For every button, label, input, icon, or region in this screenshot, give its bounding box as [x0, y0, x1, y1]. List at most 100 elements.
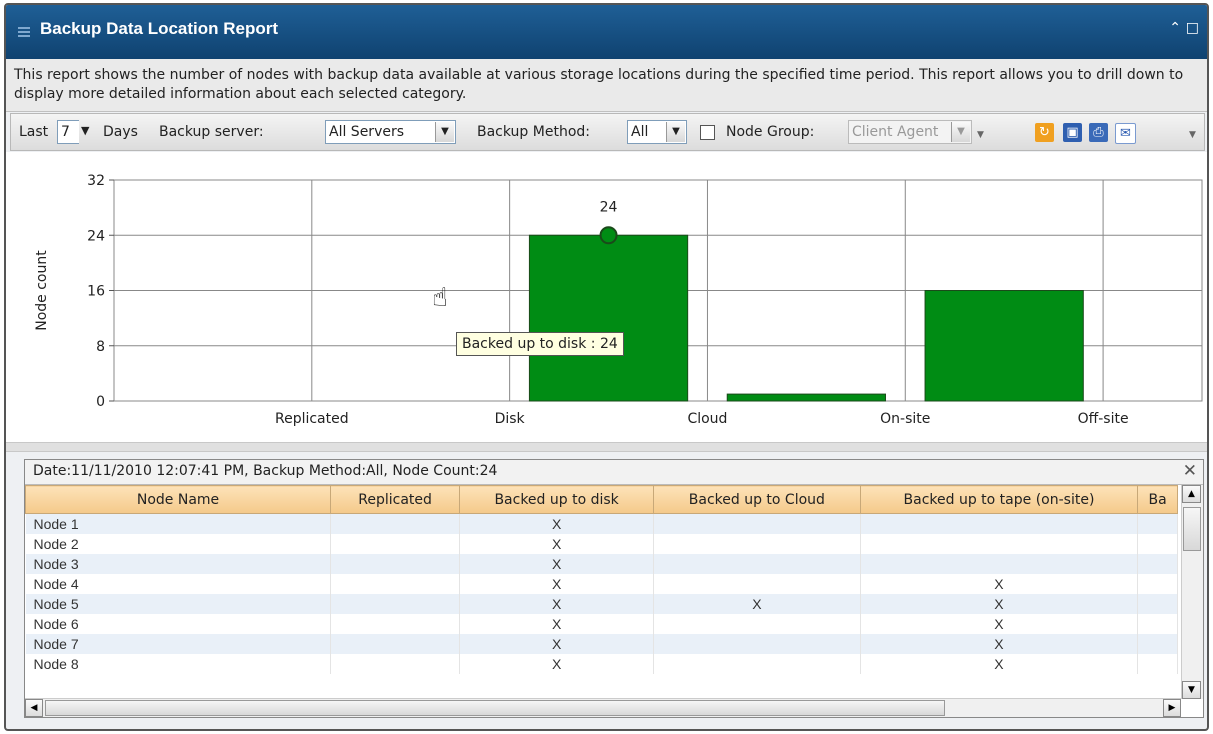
table-cell [1137, 554, 1178, 574]
scroll-left-icon[interactable]: ◀ [25, 699, 43, 717]
hand-cursor-icon: ☝ [432, 283, 448, 313]
table-cell [330, 634, 461, 654]
detail-header: Date:11/11/2010 12:07:41 PM, Backup Meth… [25, 460, 1203, 485]
chevron-down-icon: ▼ [435, 122, 454, 142]
maximize-icon[interactable]: □ [1186, 19, 1199, 37]
table-cell [330, 594, 461, 614]
table-cell: X [860, 574, 1139, 594]
table-row[interactable]: Node 4 X X [25, 574, 1178, 594]
column-header[interactable]: Backed up to tape (on-site) [859, 485, 1139, 514]
table-cell [653, 534, 861, 554]
column-header[interactable]: Node Name [25, 485, 332, 514]
overflow-icon[interactable]: ▼ [1189, 130, 1196, 140]
save-icon[interactable]: ▣ [1063, 123, 1082, 142]
days-label: Days [103, 124, 138, 140]
scroll-right-icon[interactable]: ▶ [1163, 699, 1181, 717]
column-header[interactable]: Ba [1137, 485, 1178, 514]
table-cell [330, 574, 461, 594]
node-name-cell: Node 6 [25, 614, 332, 634]
table-cell: X [860, 654, 1139, 674]
scroll-up-icon[interactable]: ▲ [1182, 485, 1201, 503]
node-group-label: Node Group: [726, 124, 815, 140]
node-name-cell: Node 3 [25, 554, 332, 574]
table-row[interactable]: Node 8 X X [25, 654, 1178, 674]
title-bar: Backup Data Location Report ⌃ □ [6, 5, 1207, 59]
vertical-scroll-thumb[interactable] [1183, 507, 1201, 551]
window-title: Backup Data Location Report [40, 19, 279, 38]
table-row[interactable]: Node 3 X [25, 554, 1178, 574]
report-window: Backup Data Location Report ⌃ □ This rep… [4, 3, 1209, 731]
chart-area: 0 8 16 24 32 Replicated Disk Cloud On-site Off-si… [6, 152, 1207, 442]
x-tick-label: On-site [880, 411, 930, 427]
horizontal-scrollbar[interactable]: ◀ ▶ [25, 698, 1181, 717]
detail-summary: Date:11/11/2010 12:07:41 PM, Backup Meth… [33, 463, 498, 479]
grip-icon [18, 27, 30, 39]
bar-disk [528, 234, 689, 402]
x-tick-label: Disk [495, 411, 526, 427]
days-input[interactable]: 7 [57, 120, 79, 144]
vertical-scrollbar[interactable]: ▲ ▼ [1181, 485, 1203, 699]
table-cell: X [459, 554, 655, 574]
node-group-select[interactable]: Client Agent ▼ [848, 120, 972, 144]
table-header-row: Node Name Replicated Backed up to disk Back… [25, 485, 1178, 514]
table-row[interactable]: Node 1 X [25, 513, 1178, 534]
overflow-icon[interactable]: ▼ [977, 130, 984, 140]
node-name-cell: Node 8 [25, 654, 332, 674]
column-header[interactable]: Replicated [330, 485, 461, 514]
table-cell: X [653, 594, 861, 614]
x-tick-label: Replicated [275, 411, 349, 427]
node-name-cell: Node 7 [25, 634, 332, 654]
y-tick-label: 24 [87, 228, 105, 244]
backup-server-label: Backup server: [159, 124, 264, 140]
table-cell [653, 574, 861, 594]
table-cell [653, 554, 861, 574]
table-cell [1137, 654, 1178, 674]
table-cell [653, 614, 861, 634]
table-cell [860, 534, 1139, 554]
table-row[interactable]: Node 6 X X [25, 614, 1178, 634]
scroll-down-icon[interactable]: ▼ [1182, 681, 1201, 699]
table-cell: X [459, 534, 655, 554]
table-cell [653, 513, 861, 534]
bar-chart: 0 8 16 24 32 Replicated Disk Cloud On-site Off-si… [34, 173, 1203, 427]
node-group-checkbox[interactable] [700, 125, 715, 140]
table-cell [1137, 513, 1178, 534]
table-cell [330, 554, 461, 574]
table-cell [330, 654, 461, 674]
node-table-grid: Node Name Replicated Backed up to disk Back… [25, 485, 1178, 674]
table-row[interactable]: Node 5XXX [25, 594, 1178, 614]
table-cell: X [459, 513, 655, 534]
node-name-cell: Node 2 [25, 534, 332, 554]
refresh-icon[interactable]: ↻ [1035, 123, 1054, 142]
bar-on-site [924, 290, 1084, 402]
table-cell: X [459, 594, 655, 614]
y-tick-label: 8 [96, 339, 105, 355]
table-cell [860, 554, 1139, 574]
close-icon[interactable]: ✕ [1183, 461, 1197, 481]
days-dropdown-icon[interactable]: ▼ [81, 124, 89, 137]
print-icon[interactable]: ⎙ [1089, 123, 1108, 142]
table-cell: X [459, 614, 655, 634]
backup-server-select[interactable]: All Servers ▼ [325, 120, 456, 144]
backup-method-select[interactable]: All ▼ [627, 120, 687, 144]
table-cell: X [860, 594, 1139, 614]
y-tick-label: 32 [87, 173, 105, 189]
description-text: This report shows the number of nodes wi… [14, 67, 1184, 102]
horizontal-scroll-thumb[interactable] [45, 700, 945, 716]
table-cell: X [860, 634, 1139, 654]
data-label: 24 [600, 199, 618, 215]
table-cell [653, 634, 861, 654]
table-cell [1137, 534, 1178, 554]
table-cell [1137, 574, 1178, 594]
table-cell [330, 534, 461, 554]
table-row[interactable]: Node 7 X X [25, 634, 1178, 654]
node-name-cell: Node 5 [25, 594, 332, 614]
y-tick-label: 16 [87, 284, 105, 300]
column-header[interactable]: Backed up to Cloud [653, 485, 861, 514]
filter-toolbar: Last 7 ▼ Days Backup server: All Servers… [10, 113, 1205, 151]
column-header[interactable]: Backed up to disk [459, 485, 655, 514]
email-icon[interactable]: ✉ [1115, 123, 1136, 144]
table-row[interactable]: Node 2 X [25, 534, 1178, 554]
splitter-handle[interactable] [6, 442, 1207, 452]
collapse-icon[interactable]: ⌃ [1169, 19, 1181, 37]
